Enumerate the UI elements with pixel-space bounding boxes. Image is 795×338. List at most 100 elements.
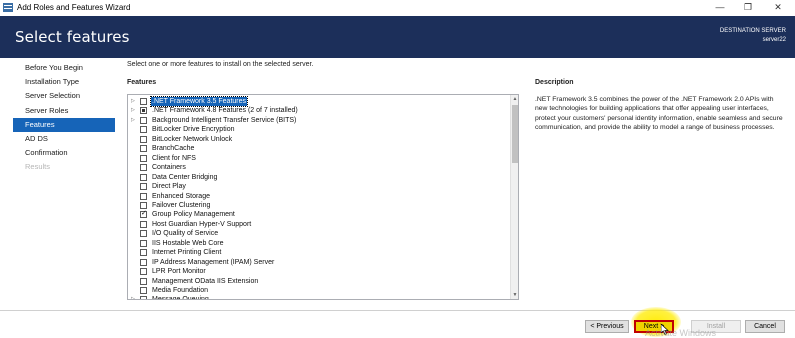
feature-label[interactable]: .NET Framework 3.5 Features (149, 96, 249, 107)
destination-server-value: server22 (762, 37, 786, 43)
description-text: .NET Framework 3.5 combines the power of… (535, 96, 783, 131)
feature-row[interactable]: Containers (128, 163, 510, 173)
vertical-scrollbar[interactable]: ▲ ▼ (510, 95, 518, 299)
nav-item-features[interactable]: Features (13, 117, 115, 132)
feature-row[interactable]: Enhanced Storage (128, 192, 510, 202)
features-header: Features (127, 79, 157, 86)
feature-row[interactable]: Media Foundation (128, 286, 510, 296)
scroll-down-arrow-icon[interactable]: ▼ (511, 291, 518, 299)
feature-label[interactable]: Internet Printing Client (151, 248, 222, 257)
feature-checkbox[interactable] (140, 145, 147, 153)
feature-row[interactable]: Data Center Bridging (128, 173, 510, 183)
feature-row[interactable]: I/O Quality of Service (128, 229, 510, 239)
window-title: Add Roles and Features Wizard (17, 3, 131, 12)
wizard-nav: Before You Begin Installation Type Serve… (13, 61, 115, 175)
feature-row[interactable]: Client for NFS (128, 154, 510, 164)
feature-row[interactable]: ▷ .NET Framework 4.8 Features (2 of 7 ins… (128, 106, 510, 116)
feature-label[interactable]: Client for NFS (151, 154, 197, 163)
close-button[interactable]: ✕ (763, 0, 793, 16)
features-tree[interactable]: ▷ .NET Framework 3.5 Features ▷ .NET Framew… (127, 94, 519, 300)
feature-checkbox[interactable] (140, 220, 147, 228)
feature-row[interactable]: ▷ Message Queuing (128, 295, 510, 299)
feature-checkbox[interactable] (140, 239, 147, 247)
title-bar: Add Roles and Features Wizard — ❐ ✕ (0, 0, 795, 16)
feature-label[interactable]: I/O Quality of Service (151, 229, 219, 238)
feature-checkbox[interactable] (140, 296, 147, 299)
cancel-button[interactable]: Cancel (745, 320, 785, 333)
feature-label[interactable]: Media Foundation (151, 286, 209, 295)
feature-row[interactable]: BranchCache (128, 144, 510, 154)
feature-row[interactable]: Host Guardian Hyper-V Support (128, 220, 510, 230)
description-header: Description (535, 79, 574, 86)
expand-arrow-icon[interactable]: ▷ (131, 106, 137, 115)
feature-row[interactable]: Group Policy Management (128, 209, 510, 220)
feature-checkbox[interactable] (140, 249, 147, 257)
feature-label[interactable]: Data Center Bridging (151, 173, 218, 182)
feature-checkbox[interactable] (140, 173, 147, 181)
feature-row[interactable]: Management OData IIS Extension (128, 277, 510, 287)
expand-arrow-icon[interactable]: ▷ (131, 97, 137, 106)
feature-label[interactable]: Message Queuing (151, 295, 210, 299)
page-title: Select features (15, 28, 130, 46)
feature-checkbox[interactable] (140, 164, 147, 172)
feature-checkbox[interactable] (140, 116, 147, 124)
feature-label[interactable]: Direct Play (151, 182, 187, 191)
feature-checkbox[interactable] (140, 201, 147, 209)
nav-item-server-selection[interactable]: Server Selection (13, 89, 115, 103)
feature-row[interactable]: BitLocker Network Unlock (128, 135, 510, 145)
feature-label[interactable]: Enhanced Storage (151, 192, 211, 201)
expand-arrow-icon[interactable]: ▷ (131, 116, 137, 125)
feature-label[interactable]: Failover Clustering (151, 201, 211, 210)
destination-server-label: DESTINATION SERVER (719, 28, 786, 34)
scroll-up-arrow-icon[interactable]: ▲ (511, 95, 518, 103)
feature-checkbox[interactable] (140, 277, 147, 285)
feature-label[interactable]: Background Intelligent Transfer Service … (151, 116, 297, 125)
footer-divider (0, 310, 795, 311)
feature-row[interactable]: ▷ Background Intelligent Transfer Service… (128, 116, 510, 126)
feature-row[interactable]: Direct Play (128, 182, 510, 192)
feature-checkbox[interactable] (140, 287, 147, 294)
wizard-header: Select features DESTINATION SERVER serve… (0, 16, 795, 58)
feature-checkbox[interactable] (140, 126, 147, 134)
expand-arrow-icon[interactable]: ▷ (131, 295, 137, 299)
minimize-button[interactable]: — (705, 0, 735, 16)
feature-label[interactable]: BranchCache (151, 144, 195, 153)
feature-row[interactable]: Internet Printing Client (128, 248, 510, 258)
feature-label[interactable]: IP Address Management (IPAM) Server (151, 258, 275, 267)
feature-label[interactable]: Group Policy Management (151, 210, 236, 219)
feature-label[interactable]: BitLocker Network Unlock (151, 135, 233, 144)
feature-checkbox[interactable] (140, 154, 147, 162)
scrollbar-thumb[interactable] (512, 105, 518, 163)
feature-label[interactable]: Containers (151, 163, 187, 172)
feature-label[interactable]: LPR Port Monitor (151, 267, 207, 276)
nav-item-ad-ds[interactable]: AD DS (13, 132, 115, 146)
feature-checkbox[interactable] (140, 107, 147, 115)
nav-item-before-you-begin[interactable]: Before You Begin (13, 61, 115, 75)
feature-checkbox[interactable] (140, 183, 147, 191)
feature-row[interactable]: Failover Clustering (128, 201, 510, 211)
feature-row[interactable]: IIS Hostable Web Core (128, 239, 510, 249)
feature-label[interactable]: IIS Hostable Web Core (151, 239, 224, 248)
feature-label[interactable]: Management OData IIS Extension (151, 277, 259, 286)
feature-checkbox[interactable] (140, 268, 147, 276)
feature-checkbox[interactable] (140, 192, 147, 200)
feature-row[interactable]: ▷ .NET Framework 3.5 Features (128, 96, 510, 107)
feature-label[interactable]: .NET Framework 4.8 Features (2 of 7 inst… (151, 106, 299, 115)
feature-label[interactable]: Host Guardian Hyper-V Support (151, 220, 252, 229)
feature-row[interactable]: LPR Port Monitor (128, 267, 510, 277)
previous-button[interactable]: < Previous (585, 320, 629, 333)
feature-label[interactable]: BitLocker Drive Encryption (151, 125, 235, 134)
feature-checkbox[interactable] (140, 98, 147, 105)
feature-row[interactable]: BitLocker Drive Encryption (128, 125, 510, 135)
nav-item-server-roles[interactable]: Server Roles (13, 104, 115, 118)
feature-checkbox[interactable] (140, 230, 147, 238)
feature-checkbox[interactable] (140, 258, 147, 266)
feature-row[interactable]: IP Address Management (IPAM) Server (128, 258, 510, 268)
nav-item-confirmation[interactable]: Confirmation (13, 146, 115, 160)
intro-text: Select one or more features to install o… (127, 61, 314, 68)
activation-watermark: Activate Windows (645, 328, 717, 338)
feature-checkbox[interactable] (140, 135, 147, 143)
feature-checkbox[interactable] (140, 209, 147, 219)
nav-item-installation-type[interactable]: Installation Type (13, 75, 115, 89)
restore-button[interactable]: ❐ (733, 0, 763, 16)
